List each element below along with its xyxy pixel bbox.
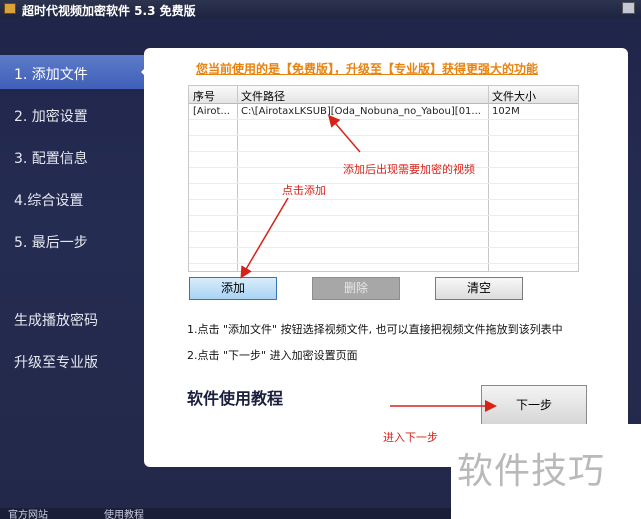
upgrade-promo-link[interactable]: 您当前使用的是【免费版】，升级至【专业版】获得更强大的功能 [196,60,586,77]
sidebar-item-label: 2. 加密设置 [14,109,88,125]
sidebar-item-label: 3. 配置信息 [14,151,88,167]
watermark-area: 软件技巧 [451,424,641,519]
sidebar-item-label: 升级至专业版 [14,355,98,371]
table-row [189,200,578,216]
annotation-click-add: 点击添加 [282,184,326,197]
delete-button[interactable]: 删除 [312,277,400,300]
window-title: 超时代视频加密软件 5.3 免费版 [22,4,196,18]
sidebar-item-label: 生成播放密码 [14,313,98,329]
column-header-size[interactable]: 文件大小 [492,88,536,104]
sidebar-item-generate-password[interactable]: 生成播放密码 [0,301,150,335]
window-control-button[interactable] [622,2,635,14]
annotation-video-note: 添加后出现需要加密的视频 [343,163,475,176]
sidebar-item-label: 1. 添加文件 [14,67,88,83]
table-row [189,232,578,248]
title-bar: 超时代视频加密软件 5.3 免费版 [0,0,641,18]
sidebar-item-encryption-settings[interactable]: 2. 加密设置 [0,97,150,131]
table-row [189,216,578,232]
cell-path: C:\[AirotaxLKSUB][Oda_Nobuna_no_Yabou][0… [241,106,481,117]
sidebar-item-label: 5. 最后一步 [14,235,88,251]
table-row[interactable]: [Airot... C:\[AirotaxLKSUB][Oda_Nobuna_n… [189,104,578,120]
table-row [189,248,578,264]
add-button[interactable]: 添加 [189,277,277,300]
annotation-next-step: 进入下一步 [383,431,438,444]
sidebar-item-general-settings[interactable]: 4.综合设置 [0,181,150,215]
clear-button[interactable]: 清空 [435,277,523,300]
main-panel: 您当前使用的是【免费版】，升级至【专业版】获得更强大的功能 序号 文件路径 文件… [144,48,628,467]
tutorial-link[interactable]: 软件使用教程 [187,385,283,409]
column-header-index[interactable]: 序号 [193,88,215,104]
cell-index: [Airot... [193,106,230,117]
sidebar-item-last-step[interactable]: 5. 最后一步 [0,223,150,257]
cell-size: 102M [492,106,520,117]
table-row [189,136,578,152]
hint-next-step: 2.点击 "下一步" 进入加密设置页面 [187,349,358,362]
table-header: 序号 文件路径 文件大小 [189,86,578,104]
table-row [189,120,578,136]
column-header-path[interactable]: 文件路径 [241,88,285,104]
hint-add-file: 1.点击 "添加文件" 按钮选择视频文件, 也可以直接把视频文件拖放到该列表中 [187,323,563,336]
table-row [189,184,578,200]
app-icon [4,3,16,14]
sidebar-item-label: 4.综合设置 [14,193,84,209]
next-step-button[interactable]: 下一步 [481,385,587,425]
file-list-table[interactable]: 序号 文件路径 文件大小 [Airot... C:\[AirotaxLKSUB]… [188,85,579,272]
sidebar-item-upgrade-pro[interactable]: 升级至专业版 [0,343,150,377]
watermark-text: 软件技巧 [457,451,606,492]
tutorial-bottom-link[interactable]: 使用教程 [104,506,144,519]
sidebar-item-config-info[interactable]: 3. 配置信息 [0,139,150,173]
sidebar-item-add-file[interactable]: 1. 添加文件 [0,55,150,89]
official-site-link[interactable]: 官方网站 [8,506,48,519]
